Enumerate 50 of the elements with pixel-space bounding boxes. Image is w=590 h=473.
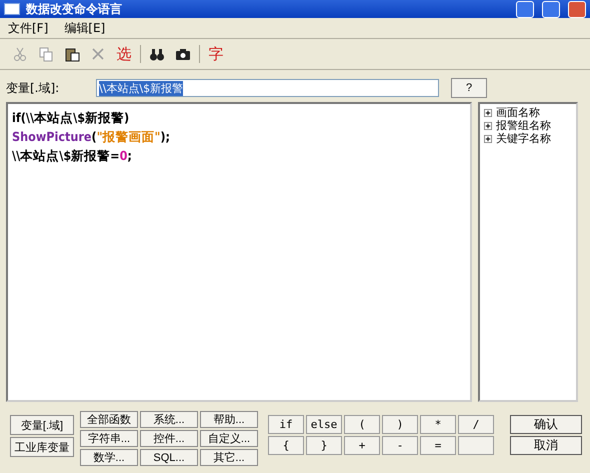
camera-icon[interactable] [175,46,191,62]
function-button[interactable]: 其它... [200,449,258,466]
operator-button[interactable]: - [382,436,418,455]
code-line: \\本站点\$新报警=0; [12,147,133,165]
menu-item[interactable]: 文件[F] [8,20,48,36]
operator-button[interactable]: ( [344,415,380,434]
window-icon [4,3,20,15]
function-button[interactable]: 全部函数 [80,411,138,428]
operator-button[interactable]: if [268,415,304,434]
code-line: if(\\本站点\$新报警) [12,109,130,127]
function-button[interactable]: 控件... [140,430,198,447]
variable-button[interactable]: 变量[.域] [10,415,74,435]
function-button[interactable]: 自定义... [200,430,258,447]
binoculars-icon[interactable] [149,46,165,62]
maximize-button[interactable] [542,0,560,18]
operator-button[interactable]: = [420,436,456,455]
expand-icon[interactable] [484,122,492,130]
operator-button[interactable]: } [306,436,342,455]
menu-item[interactable]: 编辑[E] [64,20,106,36]
help-button[interactable]: ? [451,78,487,98]
window-title: 数据改变命令语言 [26,0,123,18]
code-line: ShowPicture("报警画面"); [12,128,172,146]
close-button[interactable] [568,0,586,18]
expand-icon[interactable] [484,108,492,116]
toolbar-button[interactable]: 选 [114,44,134,64]
expand-icon[interactable] [484,134,492,142]
tree-item[interactable]: 关键字名称 [496,131,551,146]
tree-item[interactable]: 报警组名称 [496,118,551,133]
toolbar-button[interactable]: 字 [206,44,226,64]
function-button[interactable]: 帮助... [200,411,258,428]
dialog-button[interactable]: 确认 [510,415,582,434]
code-editor[interactable]: if(\\本站点\$新报警) ShowPicture("报警画面"); \\本站点\$新报警=0; [6,102,472,402]
operator-button[interactable]: else [306,415,342,434]
tree-item[interactable]: 画面名称 [496,105,540,120]
operator-button[interactable] [458,436,494,455]
operator-button[interactable]: + [344,436,380,455]
function-button[interactable]: 数学... [80,449,138,466]
minimize-button[interactable] [516,0,534,18]
operator-button[interactable]: ) [382,415,418,434]
operator-button[interactable]: * [420,415,456,434]
variable-button[interactable]: 工业库变量 [10,437,74,457]
clipboard-icon[interactable] [64,46,80,62]
function-button[interactable]: 系统... [140,411,198,428]
operator-button[interactable]: { [268,436,304,455]
variable-label: 变量[.域]: [6,80,60,96]
variable-field[interactable]: \\本站点\$新报警 [96,79,439,97]
function-button[interactable]: SQL... [140,449,198,466]
dialog-button[interactable]: 取消 [510,436,582,455]
operator-button[interactable]: / [458,415,494,434]
function-button[interactable]: 字符串... [80,430,138,447]
